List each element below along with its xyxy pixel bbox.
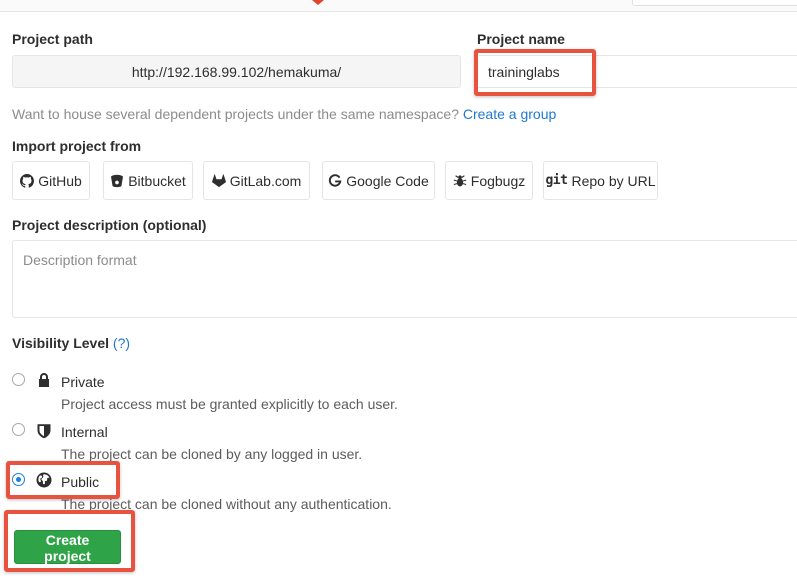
import-repo-by-url-button[interactable]: git Repo by URL bbox=[543, 161, 658, 200]
project-name-label: Project name bbox=[477, 31, 565, 47]
project-path-namespace[interactable]: http://192.168.99.102/hemakuma/ bbox=[12, 55, 461, 88]
import-gitlab-button[interactable]: GitLab.com bbox=[203, 161, 310, 200]
visibility-internal-radio[interactable] bbox=[12, 423, 25, 436]
search-input-edge[interactable] bbox=[632, 0, 797, 6]
visibility-internal-title[interactable]: Internal bbox=[61, 424, 108, 440]
lock-icon bbox=[39, 373, 49, 387]
import-bitbucket-label: Bitbucket bbox=[128, 172, 186, 189]
project-name-input[interactable] bbox=[476, 55, 797, 88]
visibility-internal-description: The project can be cloned by any logged … bbox=[61, 446, 363, 462]
project-description-label: Project description (optional) bbox=[12, 217, 207, 233]
gitlab-logo-icon bbox=[312, 0, 324, 5]
globe-icon bbox=[36, 472, 52, 488]
github-icon bbox=[20, 173, 35, 188]
visibility-public-radio[interactable] bbox=[12, 473, 25, 486]
shield-icon bbox=[37, 424, 51, 439]
gitlab-icon bbox=[211, 173, 226, 187]
import-project-label: Import project from bbox=[12, 138, 142, 154]
create-group-link[interactable]: Create a group bbox=[463, 106, 556, 122]
git-icon: git bbox=[545, 173, 568, 188]
visibility-level-title: Visibility Level bbox=[12, 335, 110, 351]
visibility-public-description: The project can be cloned without any au… bbox=[61, 496, 392, 512]
visibility-private-title[interactable]: Private bbox=[61, 374, 105, 390]
create-project-button[interactable]: Create project bbox=[14, 530, 121, 564]
import-github-button[interactable]: GitHub bbox=[12, 161, 90, 200]
import-fogbugz-label: Fogbugz bbox=[470, 172, 526, 189]
bug-icon bbox=[453, 174, 467, 187]
bitbucket-icon bbox=[111, 174, 124, 187]
import-repo-by-url-label: Repo by URL bbox=[571, 172, 656, 189]
import-fogbugz-button[interactable]: Fogbugz bbox=[445, 161, 533, 200]
visibility-public-title[interactable]: Public bbox=[61, 474, 99, 490]
import-google-code-label: Google Code bbox=[346, 172, 429, 189]
visibility-level-label: Visibility Level (?) bbox=[12, 335, 130, 351]
namespace-hint: Want to house several dependent projects… bbox=[12, 106, 556, 122]
import-bitbucket-button[interactable]: Bitbucket bbox=[103, 161, 193, 200]
visibility-private-radio[interactable] bbox=[12, 373, 25, 386]
import-google-code-button[interactable]: Google Code bbox=[322, 161, 435, 200]
visibility-private-description: Project access must be granted explicitl… bbox=[61, 396, 398, 412]
top-navbar-edge bbox=[0, 0, 797, 12]
namespace-hint-text: Want to house several dependent projects… bbox=[12, 106, 459, 122]
visibility-help-link[interactable]: (?) bbox=[113, 335, 130, 351]
import-github-label: GitHub bbox=[38, 172, 82, 189]
project-description-textarea[interactable] bbox=[12, 240, 797, 318]
google-icon bbox=[329, 173, 342, 187]
project-path-label: Project path bbox=[12, 31, 93, 47]
import-gitlab-label: GitLab.com bbox=[229, 172, 302, 189]
